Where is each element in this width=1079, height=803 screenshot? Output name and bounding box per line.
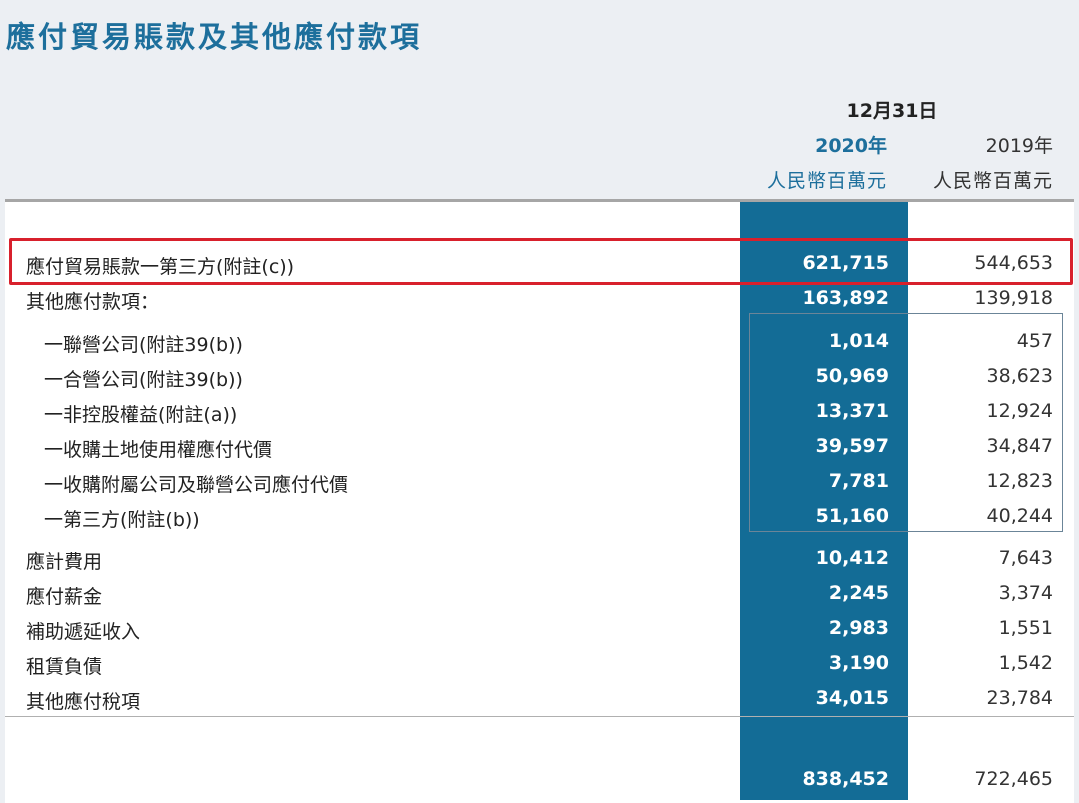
value-2020: 3,190 [828,652,889,674]
value-2020: 13,371 [815,400,889,422]
unit-2020-header: 人民幣百萬元 [766,170,887,192]
total-2020: 838,452 [802,768,889,790]
row-label: 一合營公司(附註39(b)) [44,369,243,391]
row-label: 其他應付稅項 [26,691,141,713]
value-2020: 1,014 [828,330,889,352]
period-header: 12月31日 [846,100,938,122]
row-label: 應付薪金 [26,586,103,608]
value-2020: 2,983 [828,617,889,639]
unit-2019-header: 人民幣百萬元 [932,170,1053,192]
table-row: 一收購土地使用權應付代價 39,597 34,847 [0,430,1079,465]
row-label: 應計費用 [26,551,103,573]
total-row: 838,452 722,465 [0,763,1079,798]
value-2020: 51,160 [815,505,889,527]
value-2020: 50,969 [815,365,889,387]
row-label: 一聯營公司(附註39(b)) [44,334,243,356]
row-label: 補助遞延收入 [26,621,141,643]
table-row: 應付薪金 2,245 3,374 [0,577,1079,612]
table-row: 一收購附屬公司及聯營公司應付代價 7,781 12,823 [0,465,1079,500]
table-row: 一聯營公司(附註39(b)) 1,014 457 [0,325,1079,360]
page-title: 應付貿易賬款及其他應付款項 [6,20,423,54]
value-2019: 7,643 [998,547,1053,569]
value-2020: 7,781 [828,470,889,492]
row-label: 租賃負債 [26,656,103,678]
row-label: 其他應付款項： [26,291,160,313]
table-row: 一非控股權益(附註(a)) 13,371 12,924 [0,395,1079,430]
value-2019: 12,823 [986,470,1053,492]
value-2019: 1,542 [998,652,1053,674]
value-2019: 139,918 [974,287,1053,309]
value-2020: 10,412 [815,547,889,569]
row-label: 一第三方(附註(b)) [44,509,200,531]
table-row: 租賃負債 3,190 1,542 [0,647,1079,682]
highlight-box [9,238,1073,285]
year-2019-header: 2019年 [985,135,1053,157]
table-row: 補助遞延收入 2,983 1,551 [0,612,1079,647]
row-label: 一收購附屬公司及聯營公司應付代價 [44,474,349,496]
table-row: 一合營公司(附註39(b)) 50,969 38,623 [0,360,1079,395]
value-2019: 457 [1016,330,1053,352]
value-2020: 2,245 [828,582,889,604]
total-2019: 722,465 [974,768,1053,790]
table-row: 其他應付款項： 163,892 139,918 [0,282,1079,317]
value-2019: 38,623 [986,365,1053,387]
value-2019: 23,784 [986,687,1053,709]
value-2020: 39,597 [815,435,889,457]
value-2019: 1,551 [998,617,1053,639]
row-label: 一收購土地使用權應付代價 [44,439,273,461]
row-label: 一非控股權益(附註(a)) [44,404,238,426]
value-2019: 34,847 [986,435,1053,457]
table-row: 一第三方(附註(b)) 51,160 40,244 [0,500,1079,535]
table-row: 應計費用 10,412 7,643 [0,542,1079,577]
value-2019: 12,924 [986,400,1053,422]
value-2020: 34,015 [815,687,889,709]
value-2019: 3,374 [998,582,1053,604]
year-2020-header: 2020年 [815,135,887,157]
value-2020: 163,892 [802,287,889,309]
value-2019: 40,244 [986,505,1053,527]
table-row: 其他應付稅項 34,015 23,784 [0,682,1079,717]
